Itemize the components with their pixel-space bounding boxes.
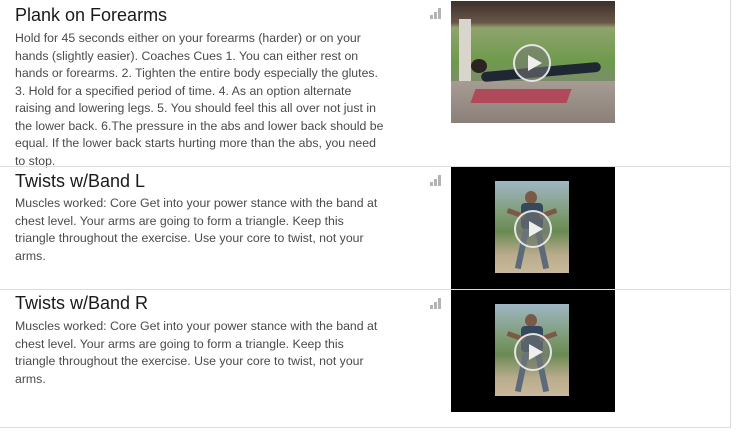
signal-bars-icon [430, 8, 444, 19]
video-thumbnail[interactable] [451, 290, 615, 412]
exercise-page: Plank on Forearms Hold for 45 seconds ei… [0, 0, 737, 432]
exercise-item-twists-left[interactable]: Twists w/Band L Muscles worked: Core Get… [0, 167, 731, 289]
exercise-item-twists-right[interactable]: Twists w/Band R Muscles worked: Core Get… [0, 290, 731, 412]
exercise-list: Plank on Forearms Hold for 45 seconds ei… [0, 0, 731, 428]
exercise-description: Muscles worked: Core Get into your power… [15, 319, 378, 386]
signal-bars-icon [430, 175, 444, 186]
exercise-description: Muscles worked: Core Get into your power… [15, 196, 378, 263]
video-thumbnail[interactable] [451, 1, 615, 123]
video-thumbnail[interactable] [451, 167, 615, 289]
exercise-title: Plank on Forearms [15, 5, 168, 25]
signal-bars-icon [430, 298, 444, 309]
exercise-title: Twists w/Band L [15, 171, 146, 191]
play-icon[interactable] [514, 333, 552, 371]
play-icon[interactable] [514, 210, 552, 248]
exercise-item-plank[interactable]: Plank on Forearms Hold for 45 seconds ei… [0, 0, 731, 168]
exercise-title: Twists w/Band R [15, 293, 149, 313]
exercise-description: Hold for 45 seconds either on your forea… [15, 31, 384, 168]
play-icon[interactable] [513, 44, 551, 82]
